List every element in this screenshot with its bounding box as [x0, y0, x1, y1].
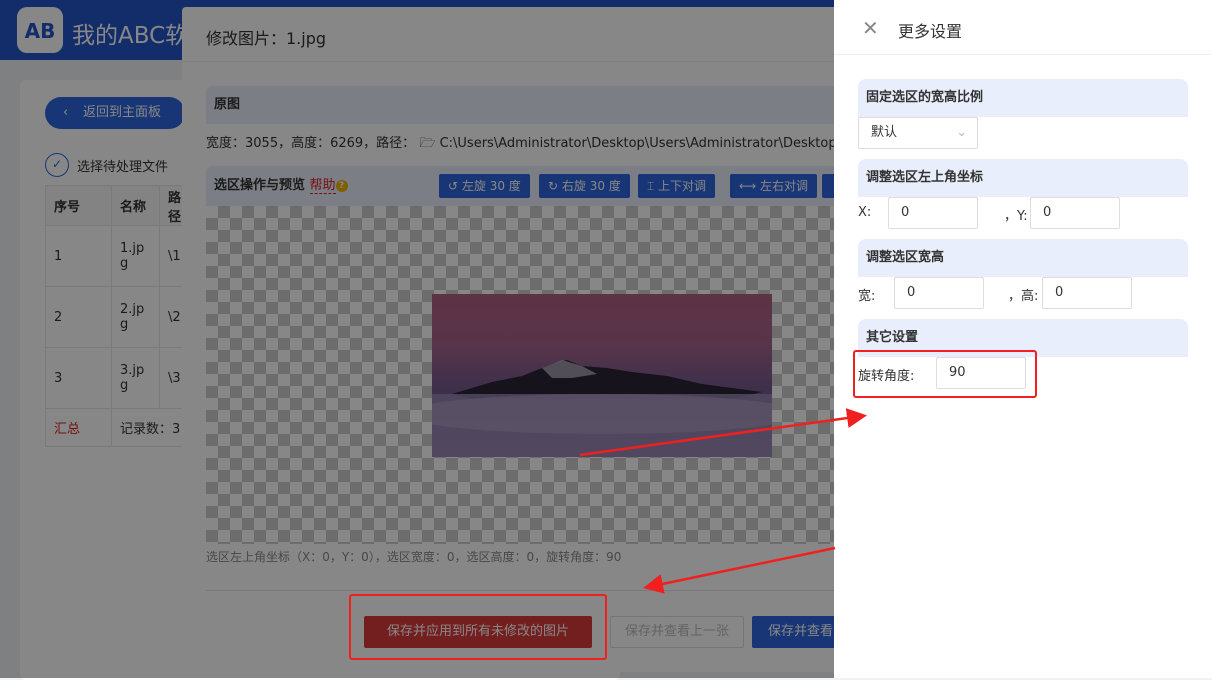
arrow-icon	[643, 546, 836, 594]
arrow-icon	[579, 408, 867, 457]
annotation-arrows	[579, 408, 867, 594]
